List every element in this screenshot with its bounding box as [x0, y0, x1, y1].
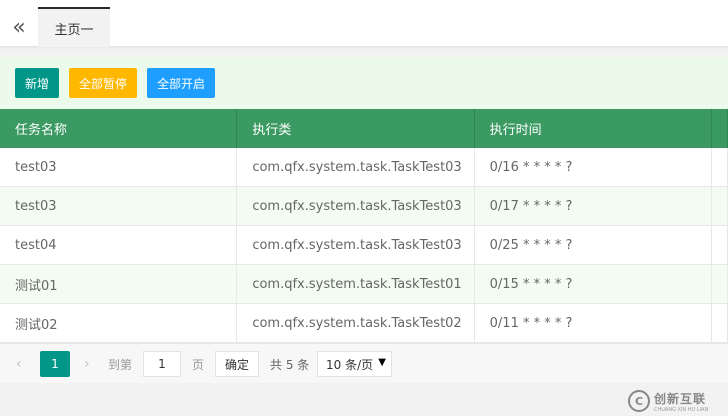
table-row[interactable]: 测试01 com.qfx.system.task.TaskTest01 0/15… [0, 265, 728, 304]
cell-exec-time: 0/16 * * * * ? [475, 148, 712, 186]
task-table: 任务名称 执行类 执行时间 test03 com.qfx.system.task… [0, 109, 728, 343]
page-unit-label: 页 [192, 358, 205, 372]
cell-task-name: 测试01 [0, 265, 238, 303]
page-button-current[interactable]: 1 [40, 351, 70, 377]
collapse-icon[interactable]: « [0, 7, 38, 47]
cell-task-name: test03 [0, 148, 238, 186]
cell-exec-class: com.qfx.system.task.TaskTest03 [237, 148, 475, 186]
cell-extra [712, 187, 728, 225]
watermark-en: CHUANG XIN HU LIAN [654, 406, 709, 413]
start-all-button[interactable]: 全部开启 [147, 68, 215, 98]
cell-exec-class: com.qfx.system.task.TaskTest03 [237, 187, 475, 225]
dropdown-caret-icon: ▼ [378, 357, 386, 368]
cell-task-name: test03 [0, 187, 238, 225]
watermark-text: 创新互联 CHUANG XIN HU LIAN [654, 390, 708, 413]
tab-bar: « 主页一 [0, 0, 728, 47]
cell-task-name: test04 [0, 226, 238, 264]
column-header-task-name[interactable]: 任务名称 [0, 109, 238, 148]
cell-extra [712, 304, 728, 342]
cell-exec-class: com.qfx.system.task.TaskTest02 [237, 304, 475, 342]
cell-exec-time: 0/17 * * * * ? [475, 187, 712, 225]
tab-home-1[interactable]: 主页一 [38, 7, 110, 47]
pagination: ‹ 1 › 到第 页 确定 共 5 条 10 条/页 ▼ [0, 343, 728, 383]
column-header-exec-class[interactable]: 执行类 [237, 109, 475, 148]
cell-extra [712, 148, 728, 186]
goto-page-input[interactable] [143, 351, 181, 377]
cell-task-name: 测试02 [0, 304, 238, 342]
toolbar: 新增 全部暂停 全部开启 [0, 57, 728, 109]
total-count: 共 5 条 [270, 358, 310, 372]
cell-exec-time: 0/11 * * * * ? [475, 304, 712, 342]
cell-exec-class: com.qfx.system.task.TaskTest03 [237, 226, 475, 264]
watermark-cn: 创新互联 [654, 391, 707, 406]
page-size-value: 10 条/页 [326, 357, 374, 372]
cell-exec-class: com.qfx.system.task.TaskTest01 [237, 265, 475, 303]
page-size-select[interactable]: 10 条/页 ▼ [317, 351, 392, 377]
watermark: C 创新互联 CHUANG XIN HU LIAN [628, 386, 728, 416]
table-row[interactable]: test03 com.qfx.system.task.TaskTest03 0/… [0, 148, 728, 187]
pause-all-button[interactable]: 全部暂停 [69, 68, 137, 98]
goto-label: 到第 [108, 358, 133, 372]
watermark-logo-icon: C [628, 390, 650, 412]
prev-page-icon[interactable]: ‹ [16, 356, 22, 372]
cell-exec-time: 0/15 * * * * ? [475, 265, 712, 303]
confirm-button[interactable]: 确定 [215, 351, 259, 377]
table-row[interactable]: test04 com.qfx.system.task.TaskTest03 0/… [0, 226, 728, 265]
add-button[interactable]: 新增 [15, 68, 59, 98]
table-header: 任务名称 执行类 执行时间 [0, 109, 728, 148]
column-header-exec-time[interactable]: 执行时间 [475, 109, 712, 148]
cell-exec-time: 0/25 * * * * ? [475, 226, 712, 264]
next-page-icon[interactable]: › [84, 356, 90, 372]
table-row[interactable]: test03 com.qfx.system.task.TaskTest03 0/… [0, 187, 728, 226]
cell-extra [712, 226, 728, 264]
cell-extra [712, 265, 728, 303]
table-row[interactable]: 测试02 com.qfx.system.task.TaskTest02 0/11… [0, 304, 728, 343]
column-header-extra [712, 109, 728, 148]
